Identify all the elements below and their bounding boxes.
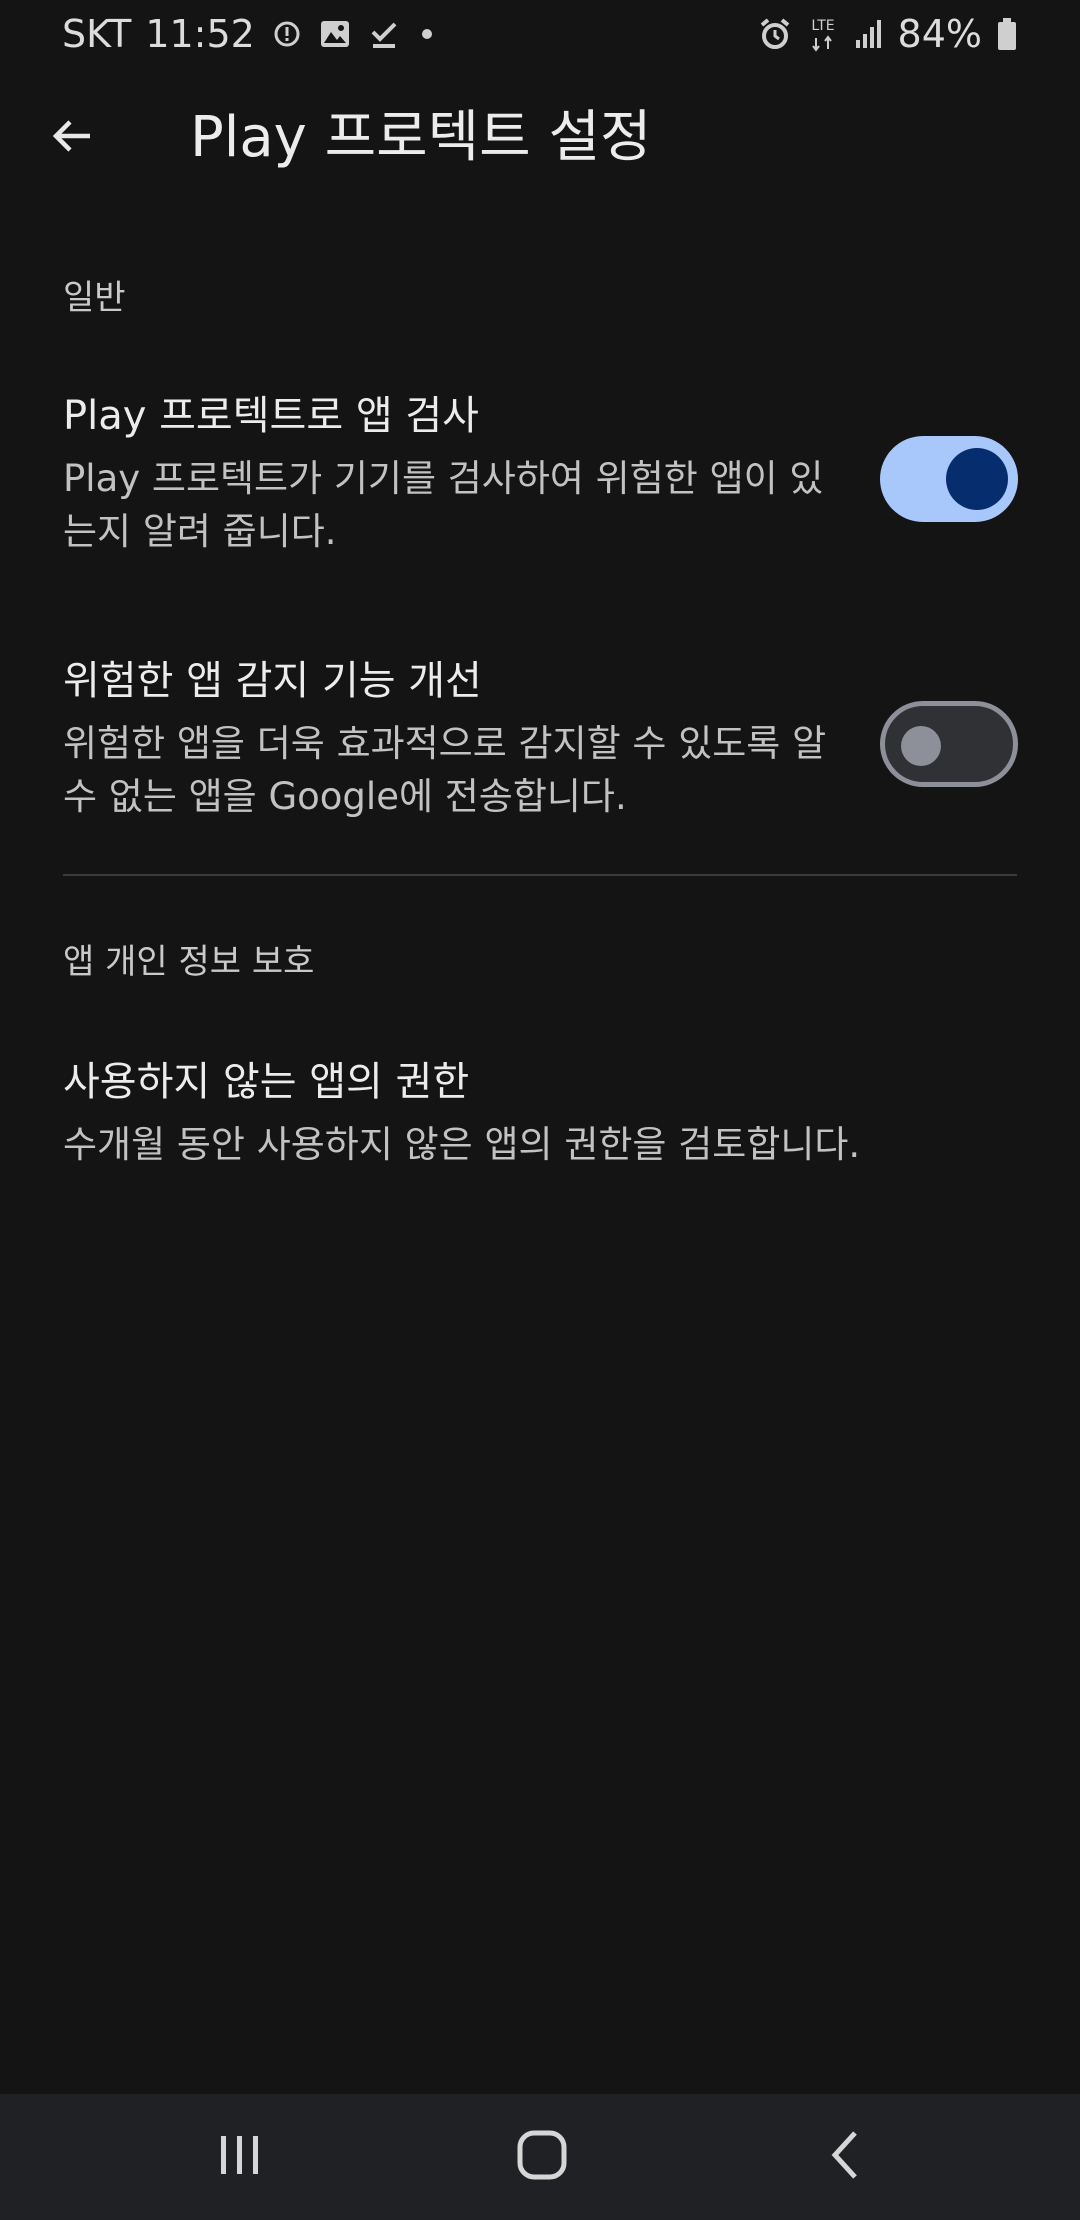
lte-icon: LTE	[806, 16, 840, 52]
section-header-general: 일반	[63, 278, 126, 318]
navigation-bar	[0, 2094, 1080, 2220]
pref-unused-app-permissions-summary: 수개월 동안 사용하지 않은 앱의 권한을 검토합니다.	[63, 1123, 861, 1166]
status-bar: SKT 11:52 LTE 84%	[0, 0, 1080, 68]
page-title: Play 프로텍트 설정	[190, 105, 652, 170]
nav-back-icon	[823, 2129, 869, 2185]
nav-back-button[interactable]	[806, 2122, 886, 2192]
toggle-thumb	[946, 448, 1008, 510]
status-time: 11:52	[145, 12, 255, 56]
arrow-back-icon	[48, 112, 96, 164]
improve-detection-toggle[interactable]	[880, 701, 1018, 787]
back-button[interactable]	[40, 106, 104, 170]
pref-improve-detection-summary: 위험한 앱을 더욱 효과적으로 감지할 수 있도록 알 수 없는 앱을 Goog…	[63, 722, 827, 818]
pref-unused-app-permissions-title: 사용하지 않는 앱의 권한	[63, 1059, 470, 1105]
home-button[interactable]	[502, 2122, 582, 2192]
pref-unused-app-permissions[interactable]: 사용하지 않는 앱의 권한 수개월 동안 사용하지 않은 앱의 권한을 검토합니…	[0, 1050, 1080, 1190]
dot-icon	[417, 24, 437, 44]
recents-icon	[217, 2132, 263, 2182]
image-icon	[319, 19, 351, 49]
status-left: SKT 11:52	[62, 10, 437, 58]
toggle-thumb	[901, 726, 941, 766]
download-done-icon	[369, 19, 399, 49]
battery-percent: 84%	[897, 12, 982, 56]
status-right: LTE 84%	[758, 10, 1018, 58]
app-bar: Play 프로텍트 설정	[0, 90, 1080, 186]
pref-scan-apps-title: Play 프로텍트로 앱 검사	[63, 393, 479, 439]
battery-icon	[996, 17, 1018, 51]
recents-button[interactable]	[200, 2122, 280, 2192]
pref-improve-detection-title: 위험한 앱 감지 기능 개선	[63, 658, 482, 704]
lte-label: LTE	[811, 18, 834, 34]
status-carrier: SKT	[62, 12, 132, 56]
pref-improve-detection[interactable]: 위험한 앱 감지 기능 개선 위험한 앱을 더욱 효과적으로 감지할 수 있도록…	[0, 645, 1080, 845]
info-icon	[273, 20, 301, 48]
alarm-icon	[758, 17, 792, 51]
pref-scan-apps-summary: Play 프로텍트가 기기를 검사하여 위험한 앱이 있는지 알려 줍니다.	[63, 457, 824, 553]
signal-icon	[854, 18, 884, 50]
home-icon	[516, 2129, 568, 2185]
section-header-app-privacy: 앱 개인 정보 보호	[63, 942, 315, 982]
section-divider	[63, 874, 1017, 876]
scan-apps-toggle[interactable]	[880, 436, 1018, 522]
pref-scan-apps[interactable]: Play 프로텍트로 앱 검사 Play 프로텍트가 기기를 검사하여 위험한 …	[0, 380, 1080, 580]
